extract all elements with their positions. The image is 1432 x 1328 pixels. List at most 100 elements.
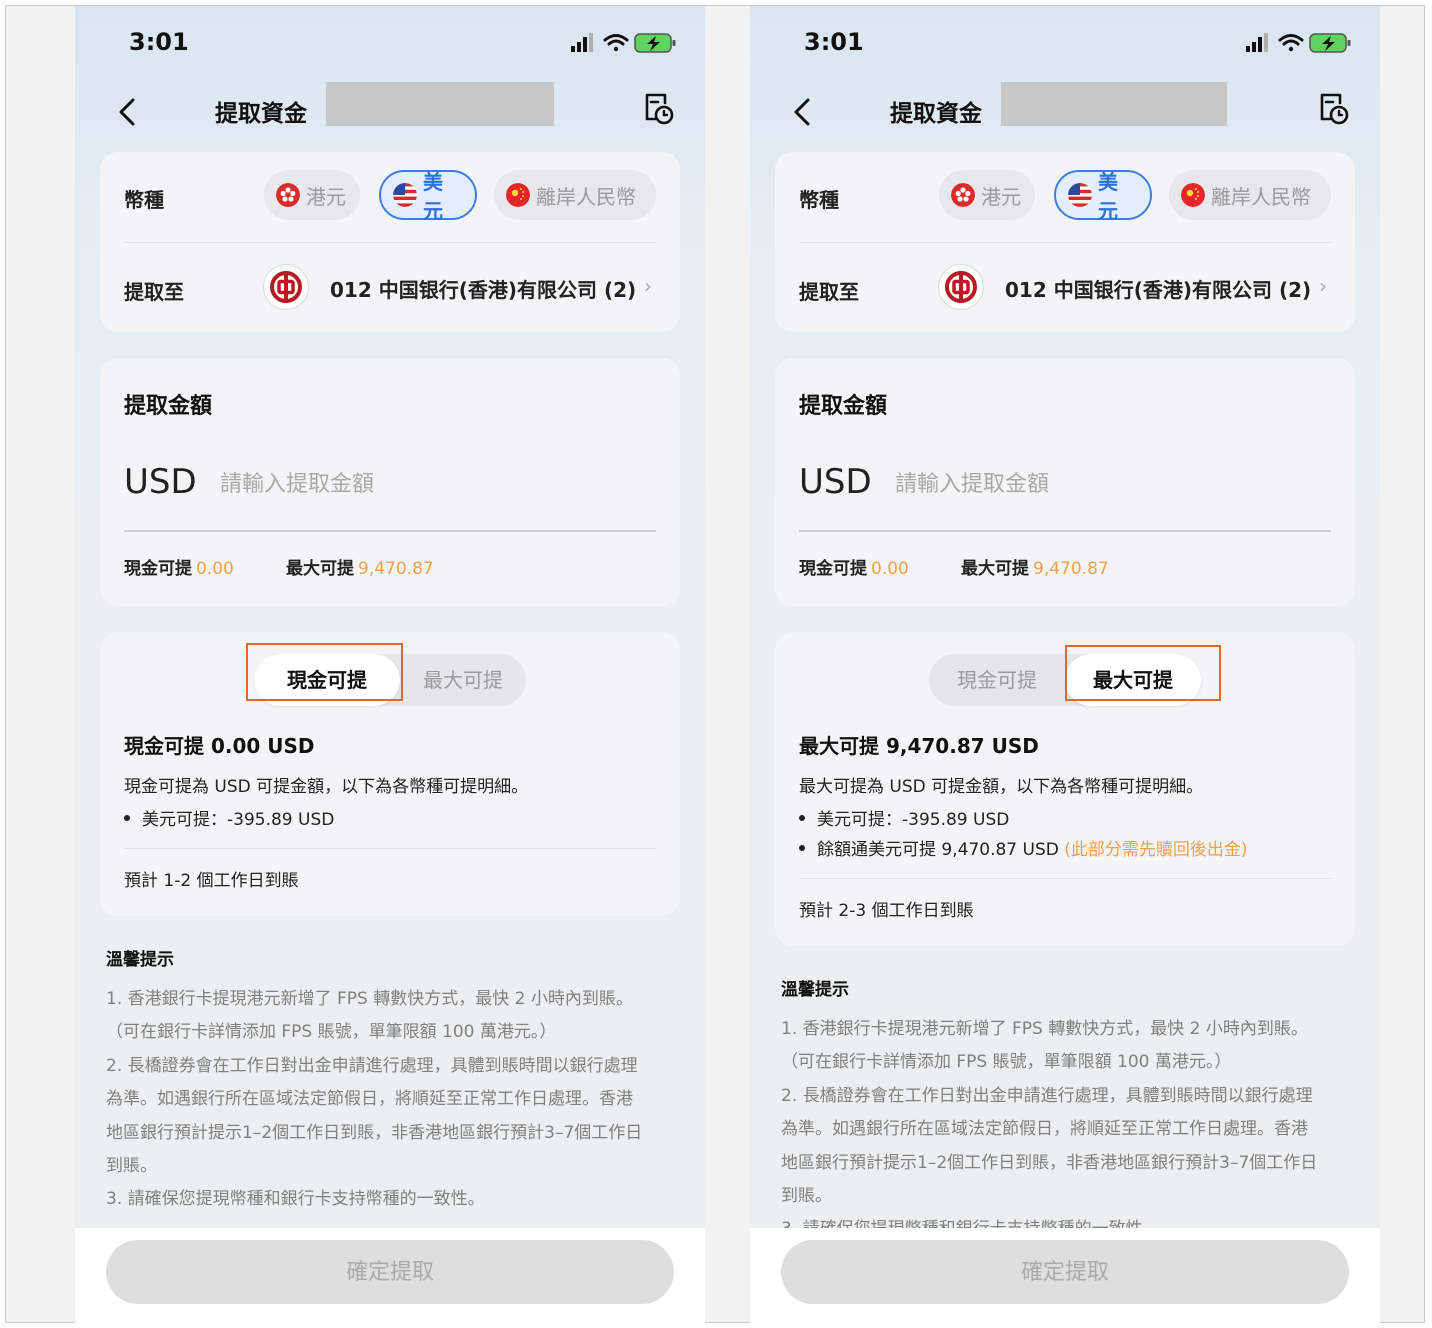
tip-line: 1. 香港銀行卡提現港元新增了 FPS 轉數快方式，最快 2 小時內到賬。 xyxy=(781,1019,1308,1039)
status-icons xyxy=(571,32,681,54)
currency-chip-cnh[interactable]: 離岸人民幣 xyxy=(1169,170,1331,220)
max-available-value: 9,470.87 xyxy=(1033,559,1109,579)
history-button[interactable] xyxy=(1318,92,1350,126)
page-title: 提取資金 xyxy=(215,101,307,127)
tip-line: （可在銀行卡詳情添加 FPS 賬號，單筆限額 100 萬港元。） xyxy=(106,1022,557,1043)
bullet-dot xyxy=(799,845,805,851)
arrival-estimate: 預計 1-2 個工作日到賬 xyxy=(124,871,299,891)
wifi-icon xyxy=(1278,34,1304,52)
tips-title: 溫馨提示 xyxy=(781,980,849,1000)
max-available: 最大可提 9,470.87 xyxy=(286,554,434,579)
amount-title: 提取金額 xyxy=(124,394,213,419)
input-underline xyxy=(799,530,1331,532)
tab-max-available[interactable]: 最大可提 xyxy=(400,654,526,706)
cn-flag-icon xyxy=(1181,183,1205,207)
currency-chip-usd[interactable]: 美元 xyxy=(1054,170,1152,223)
currency-label: 幣種 xyxy=(799,188,839,212)
phone-screen-cash: 3:01 提取資金 幣種 港元 美元 離岸人民幣 提取至 012 中国银行(香港… xyxy=(75,6,705,1328)
tip-line: 為準。如遇銀行所在區域法定節假日，將順延至正常工作日處理。香港 xyxy=(781,1119,1308,1140)
nav-bar: 提取資金 xyxy=(750,82,1380,142)
bullet-text: 美元可提：-395.89 USD xyxy=(817,810,1010,830)
amount-currency: USD xyxy=(124,462,197,502)
tip-line: （可在銀行卡詳情添加 FPS 賬號，單筆限額 100 萬港元。） xyxy=(781,1052,1232,1073)
bullet-dot xyxy=(799,815,805,821)
cash-available-label: 現金可提 xyxy=(799,559,867,579)
tip-line: 3. 請確保您提現幣種和銀行卡支持幣種的一致性。 xyxy=(106,1189,485,1210)
tip-line: 1. 香港銀行卡提現港元新增了 FPS 轉數快方式，最快 2 小時內到賬。 xyxy=(106,989,633,1009)
page-title: 提取資金 xyxy=(890,101,982,127)
max-available-value: 9,470.87 xyxy=(358,559,434,579)
hk-flag-icon xyxy=(951,183,975,207)
currency-chip-usd[interactable]: 美元 xyxy=(379,170,477,223)
detail-description: 現金可提為 USD 可提金額，以下為各幣種可提明細。 xyxy=(124,777,529,797)
bank-selector[interactable]: 012 中国银行(香港)有限公司 (2) xyxy=(330,274,636,303)
detail-title: 現金可提 0.00 USD xyxy=(124,734,315,758)
cash-available-label: 現金可提 xyxy=(124,559,192,579)
back-chevron-icon xyxy=(794,98,810,126)
divider xyxy=(124,848,656,849)
divider xyxy=(799,878,1331,879)
currency-chip-cnh[interactable]: 離岸人民幣 xyxy=(494,170,656,220)
history-button[interactable] xyxy=(643,92,675,126)
amount-input[interactable] xyxy=(895,466,1315,502)
status-bar: 3:01 xyxy=(750,6,1380,82)
tab-cash-available[interactable]: 現金可提 xyxy=(929,654,1065,706)
detail-card: 現金可提 最大可提 現金可提 0.00 USD 現金可提為 USD 可提金額，以… xyxy=(100,632,680,916)
confirm-withdraw-button[interactable]: 確定提取 xyxy=(106,1240,674,1304)
currency-label: 幣種 xyxy=(124,188,164,212)
withdraw-to-label: 提取至 xyxy=(799,280,859,304)
cash-available: 現金可提 0.00 xyxy=(124,554,234,579)
arrival-estimate: 預計 2-3 個工作日到賬 xyxy=(799,901,974,921)
phone-screen-max: 3:01 提取資金 幣種 港元 美元 離岸人民幣 提取至 012 中国银行(香港… xyxy=(750,6,1380,1328)
amount-input[interactable] xyxy=(220,466,640,502)
tip-line: 2. 長橋證券會在工作日對出金申請進行處理，具體到賬時間以銀行處理 xyxy=(781,1085,1313,1106)
cash-available: 現金可提 0.00 xyxy=(799,554,909,579)
battery-charging-icon xyxy=(1309,33,1351,53)
highlight-box xyxy=(1065,645,1221,701)
bottom-bar: 確定提取 xyxy=(750,1228,1380,1328)
history-icon xyxy=(1320,93,1349,125)
hk-flag-icon xyxy=(276,183,300,207)
signal-icon xyxy=(1246,33,1268,52)
back-button[interactable] xyxy=(784,92,824,132)
bullet-text: 餘額通美元可提 9,470.87 USD xyxy=(817,840,1065,860)
max-available-label: 最大可提 xyxy=(961,559,1029,579)
currency-chip-hkd[interactable]: 港元 xyxy=(939,170,1035,220)
divider xyxy=(124,242,656,243)
tip-line: 2. 長橋證券會在工作日對出金申請進行處理，具體到賬時間以銀行處理 xyxy=(106,1055,638,1076)
chevron-right-icon: › xyxy=(1319,274,1327,298)
tips-text: 1. 香港銀行卡提現港元新增了 FPS 轉數快方式，最快 2 小時內到賬。 （可… xyxy=(781,1013,1353,1247)
signal-icon xyxy=(571,33,593,52)
amount-currency: USD xyxy=(799,462,872,502)
battery-charging-icon xyxy=(634,33,676,53)
detail-bullet: 美元可提：-395.89 USD xyxy=(799,805,1009,830)
currency-chip-label: 港元 xyxy=(981,184,1021,209)
nav-bar: 提取資金 xyxy=(75,82,705,142)
back-chevron-icon xyxy=(119,98,135,126)
wifi-icon xyxy=(603,34,629,52)
cash-available-value: 0.00 xyxy=(196,559,234,579)
redacted-region xyxy=(326,82,554,126)
detail-bullet: 餘額通美元可提 9,470.87 USD (此部分需先贖回後出金) xyxy=(799,835,1248,860)
currency-card: 幣種 港元 美元 離岸人民幣 提取至 012 中国银行(香港)有限公司 (2) … xyxy=(775,152,1355,332)
amount-card: 提取金額 USD 現金可提0.00 最大可提9,470.87 xyxy=(775,358,1355,606)
bank-selector[interactable]: 012 中国银行(香港)有限公司 (2) xyxy=(1005,274,1311,303)
cn-flag-icon xyxy=(506,183,530,207)
currency-chip-hkd[interactable]: 港元 xyxy=(264,170,360,220)
currency-chip-label: 美元 xyxy=(1098,170,1118,223)
us-flag-icon xyxy=(1068,183,1092,207)
bullet-dot xyxy=(124,815,130,821)
bottom-bar: 確定提取 xyxy=(75,1228,705,1328)
tip-line: 地區銀行預計提示1–2個工作日到賬，非香港地區銀行預計3–7個工作日 xyxy=(106,1122,643,1143)
detail-title: 最大可提 9,470.87 USD xyxy=(799,734,1039,758)
confirm-withdraw-button[interactable]: 確定提取 xyxy=(781,1240,1349,1304)
chevron-right-icon: › xyxy=(644,274,652,298)
currency-card: 幣種 港元 美元 離岸人民幣 提取至 012 中国银行(香港)有限公司 (2) … xyxy=(100,152,680,332)
bullet-text: 美元可提：-395.89 USD xyxy=(142,810,335,830)
status-time: 3:01 xyxy=(804,28,864,56)
tip-line: 地區銀行預計提示1–2個工作日到賬，非香港地區銀行預計3–7個工作日 xyxy=(781,1152,1318,1173)
back-button[interactable] xyxy=(109,92,149,132)
highlight-box xyxy=(246,643,403,701)
history-icon xyxy=(645,93,674,125)
status-icons xyxy=(1246,32,1356,54)
